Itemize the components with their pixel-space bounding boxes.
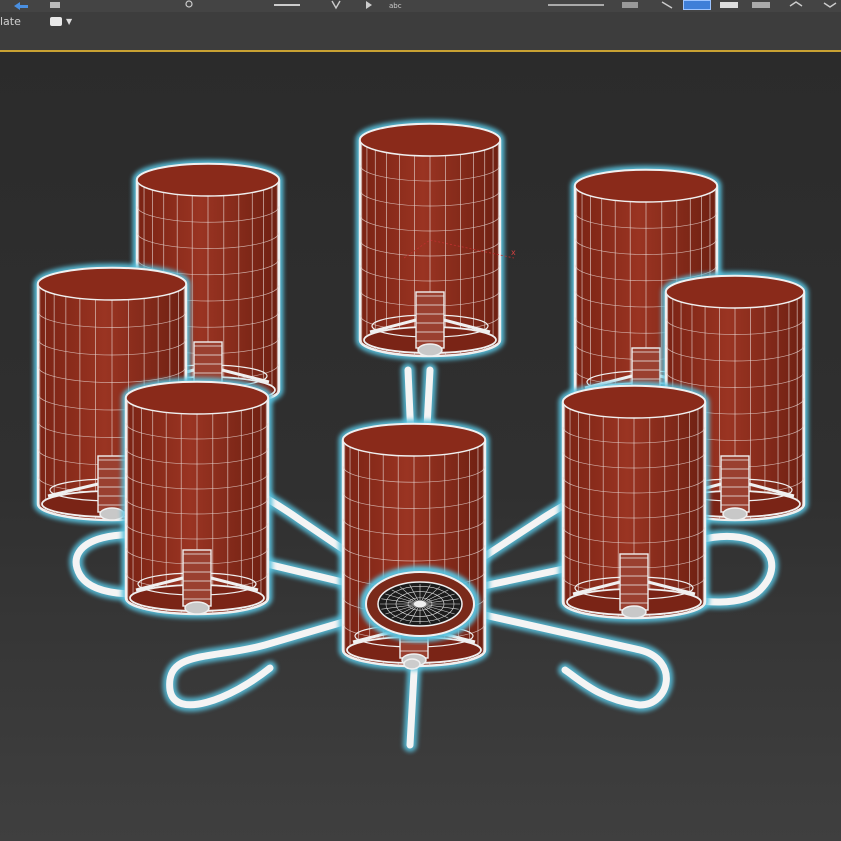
svg-text:abc: abc: [389, 2, 402, 10]
redo-icon[interactable]: [48, 0, 62, 10]
lamp-shade: [121, 377, 273, 619]
rotate-icon[interactable]: [546, 0, 606, 10]
ribbon-label: late: [0, 15, 21, 28]
link-icon[interactable]: [184, 0, 194, 10]
viewport-icon[interactable]: [822, 0, 838, 10]
viewport-shading-icon: [50, 17, 62, 26]
chevron-down-icon: ▼: [66, 17, 73, 26]
unlink-icon[interactable]: [272, 0, 302, 10]
gizmo-axis-label: x: [511, 248, 516, 257]
scale-icon[interactable]: [620, 0, 640, 10]
layer-icon[interactable]: [750, 0, 772, 10]
select-icon[interactable]: [364, 0, 374, 10]
viewport-shading-dropdown[interactable]: ▼: [50, 15, 74, 29]
render-icon[interactable]: [788, 0, 804, 10]
chandelier-wireframe: [33, 119, 809, 752]
ribbon-panel: late ▼: [0, 12, 841, 52]
move-icon[interactable]: abc: [388, 0, 404, 10]
align-icon[interactable]: [718, 0, 740, 10]
active-tool-button[interactable]: [683, 0, 711, 10]
undo-icon[interactable]: [12, 0, 30, 10]
perspective-viewport[interactable]: x: [0, 52, 841, 841]
snap-icon[interactable]: [660, 0, 674, 10]
bind-icon[interactable]: [330, 0, 342, 10]
lamp-shade: [355, 119, 505, 361]
lamp-shade: [558, 381, 710, 623]
